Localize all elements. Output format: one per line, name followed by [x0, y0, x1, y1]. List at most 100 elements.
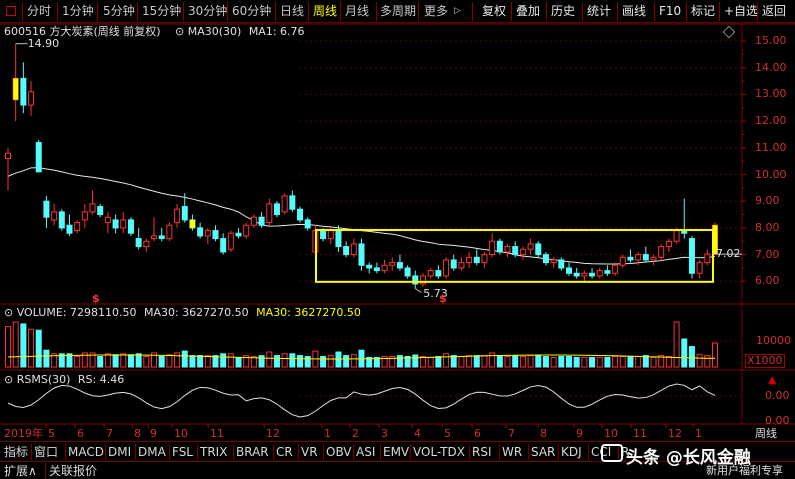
dividend-marker-icon[interactable]: $: [439, 292, 447, 306]
indicator-tab[interactable]: BRAR: [236, 443, 269, 461]
candle-body: [143, 240, 150, 248]
volume-bar: [573, 356, 580, 368]
time-axis-month: 5: [48, 427, 55, 440]
volume-bar: [12, 321, 19, 368]
tab-separator: [105, 444, 106, 460]
volume-bar: [650, 356, 657, 368]
indicator-tab[interactable]: MACD: [68, 443, 104, 461]
volume-bar: [273, 355, 280, 368]
candle-body: [335, 230, 342, 248]
candle-body: [366, 264, 373, 269]
candle-body: [596, 270, 603, 277]
watermark-subtext: 新用户福利专享: [706, 464, 783, 477]
dividend-marker-icon[interactable]: $: [92, 292, 100, 306]
candle-body: [28, 91, 35, 106]
candle-body: [250, 216, 257, 226]
volume-bar: [197, 355, 204, 368]
rsms-value: RS: 4.46: [77, 373, 125, 386]
volume-bar: [227, 353, 234, 368]
indicator-tab[interactable]: OBV: [326, 443, 352, 461]
candle-body: [343, 246, 350, 256]
rsms-header[interactable]: ⊙ RSMS(30) RS: 4.46: [4, 373, 124, 387]
tab-separator: [588, 444, 589, 460]
circle-dropdown-icon: ⊙: [175, 25, 185, 38]
indicator-tab[interactable]: DMA: [138, 443, 166, 461]
low-marker-line: [415, 288, 422, 293]
candle-body: [635, 254, 642, 261]
candle-body: [112, 219, 119, 229]
indicator-tab[interactable]: SAR: [531, 443, 555, 461]
candle-body: [273, 203, 280, 216]
indicator-tab[interactable]: FSL: [172, 443, 193, 461]
candle-body: [435, 270, 442, 277]
rsms-line: [7, 383, 716, 418]
volume-bar: [642, 355, 649, 368]
volume-bar: [143, 356, 150, 368]
volume-ma30-value-yellow: MA30: 3627270.50: [256, 306, 361, 319]
tab-separator: [273, 444, 274, 460]
candle-body: [558, 259, 565, 269]
volume-bar: [343, 355, 350, 368]
indicator-tab[interactable]: DMI: [108, 443, 131, 461]
indicator-tab[interactable]: ASI: [356, 443, 375, 461]
time-axis-month: 7: [106, 427, 113, 440]
candle-body: [181, 206, 188, 221]
volume-bar: [688, 346, 695, 368]
volume-bar: [158, 356, 165, 368]
indicator-tab[interactable]: RSI: [472, 443, 492, 461]
candle-body: [104, 216, 111, 224]
rsms-axis-label: 0.00: [765, 414, 790, 427]
indicator-tab[interactable]: VOL-TDX: [413, 443, 465, 461]
volume-bar: [504, 356, 511, 368]
indicator-tab[interactable]: VR: [301, 443, 318, 461]
candle-body: [258, 216, 265, 226]
volume-header[interactable]: ⊙ VOLUME: 7298110.50 MA30: 3627270.50 MA…: [4, 306, 361, 320]
tab-separator: [410, 444, 411, 460]
volume-bar: [166, 354, 173, 368]
time-axis-month: 8: [134, 427, 141, 440]
candle-body: [458, 262, 465, 269]
volume-bar: [427, 356, 434, 368]
main-indicator-selector[interactable]: ⊙ MA30(30) MA1: 6.76: [175, 25, 305, 39]
candle-body: [604, 270, 611, 274]
related-quotes-button[interactable]: 关联报价: [49, 463, 97, 479]
candle-body: [43, 200, 50, 218]
volume-bar: [204, 355, 211, 368]
candle-body: [542, 254, 549, 264]
volume-value: VOLUME: 7298110.50: [16, 306, 137, 319]
indicator-tab[interactable]: 窗口: [34, 443, 58, 461]
indicator-tab[interactable]: EMV: [383, 443, 409, 461]
indicator-tab[interactable]: 指标: [4, 443, 28, 461]
ma30-label: MA30(30): [187, 25, 242, 38]
volume-bar: [220, 353, 227, 368]
time-axis-month: 10: [604, 427, 618, 440]
volume-bar: [450, 355, 457, 368]
indicator-tab[interactable]: CR: [276, 443, 293, 461]
indicator-tab[interactable]: TRIX: [200, 443, 227, 461]
candle-body: [158, 235, 165, 240]
rsms-axis-label: 0.00: [765, 389, 790, 402]
volume-bar: [596, 356, 603, 368]
indicator-tab[interactable]: WR: [502, 443, 522, 461]
last-price-label: 7.02: [716, 247, 741, 261]
volume-bar: [589, 356, 596, 368]
volume-unit-label: X1000: [745, 354, 785, 368]
candle-body: [304, 219, 311, 229]
volume-bar: [473, 355, 480, 368]
time-axis-month: 2: [352, 427, 359, 440]
volume-bar: [481, 355, 488, 368]
indicator-tab[interactable]: KDJ: [561, 443, 582, 461]
volume-bar: [704, 355, 711, 368]
candle-body: [89, 203, 96, 213]
candle-body: [704, 253, 711, 264]
price-axis-label: 6.00: [755, 274, 780, 288]
volume-bar: [412, 354, 419, 368]
highlight-candle: [13, 78, 19, 100]
candle-body: [289, 195, 296, 210]
expand-button[interactable]: 扩展∧: [4, 463, 37, 479]
tab-separator: [135, 444, 136, 460]
tab-separator: [298, 444, 299, 460]
candle-body: [650, 256, 657, 261]
rsms-label: RSMS(30): [16, 373, 71, 386]
scroll-up-icon[interactable]: ▲: [768, 374, 776, 386]
